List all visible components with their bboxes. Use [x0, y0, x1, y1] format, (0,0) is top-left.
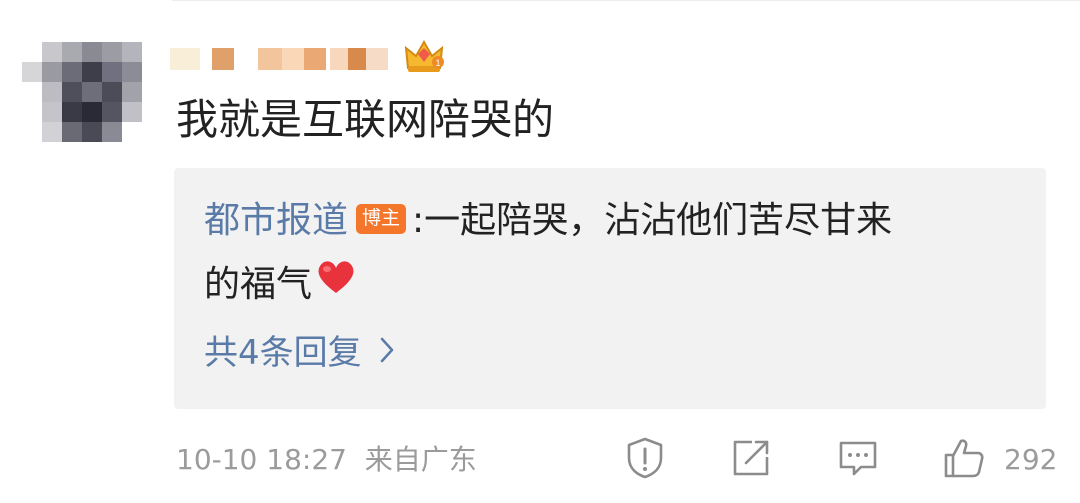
like-count: 292 — [1004, 443, 1058, 476]
exclamation-shield-icon — [627, 437, 663, 479]
blogger-badge: 博主 — [356, 204, 407, 234]
avatar[interactable] — [22, 42, 142, 142]
like-button[interactable] — [942, 436, 986, 480]
more-replies-label: 共4条回复 — [204, 333, 362, 373]
crown-level-badge-icon: 1 — [402, 38, 446, 74]
comment-timestamp: 10-10 18:27 — [176, 443, 347, 476]
comment-bubble-icon — [839, 441, 877, 476]
report-button[interactable] — [623, 436, 667, 480]
reply-box[interactable]: 都市报道 博主:一起陪哭，沾沾他们苦尽甘来 的福气 共4条回复 — [174, 168, 1046, 409]
share-button[interactable] — [729, 436, 773, 480]
comment-button[interactable] — [836, 436, 880, 480]
thumbs-up-icon — [944, 439, 984, 478]
chevron-right-icon — [380, 330, 394, 374]
comment-source: 来自广东 — [364, 443, 477, 476]
reply-line-2: 的福气 — [204, 259, 356, 308]
comment-text: 我就是互联网陪哭的 — [176, 95, 555, 144]
reply-line-1: 都市报道 博主:一起陪哭，沾沾他们苦尽甘来 — [204, 198, 892, 244]
username-blur — [170, 42, 400, 72]
more-replies-link[interactable]: 共4条回复 — [204, 331, 394, 375]
footer-meta: 10-10 18:27 来自广东 — [176, 443, 477, 477]
reply-separator: : — [412, 200, 425, 241]
reply-text-line1: 一起陪哭，沾沾他们苦尽甘来 — [424, 200, 893, 241]
reply-author[interactable]: 都市报道 — [204, 200, 348, 241]
top-divider — [172, 0, 1080, 1]
svg-text:1: 1 — [435, 58, 440, 68]
reply-text-line2: 的福气 — [204, 264, 313, 305]
share-arrow-icon — [733, 440, 769, 476]
red-heart-emoji — [316, 259, 356, 307]
